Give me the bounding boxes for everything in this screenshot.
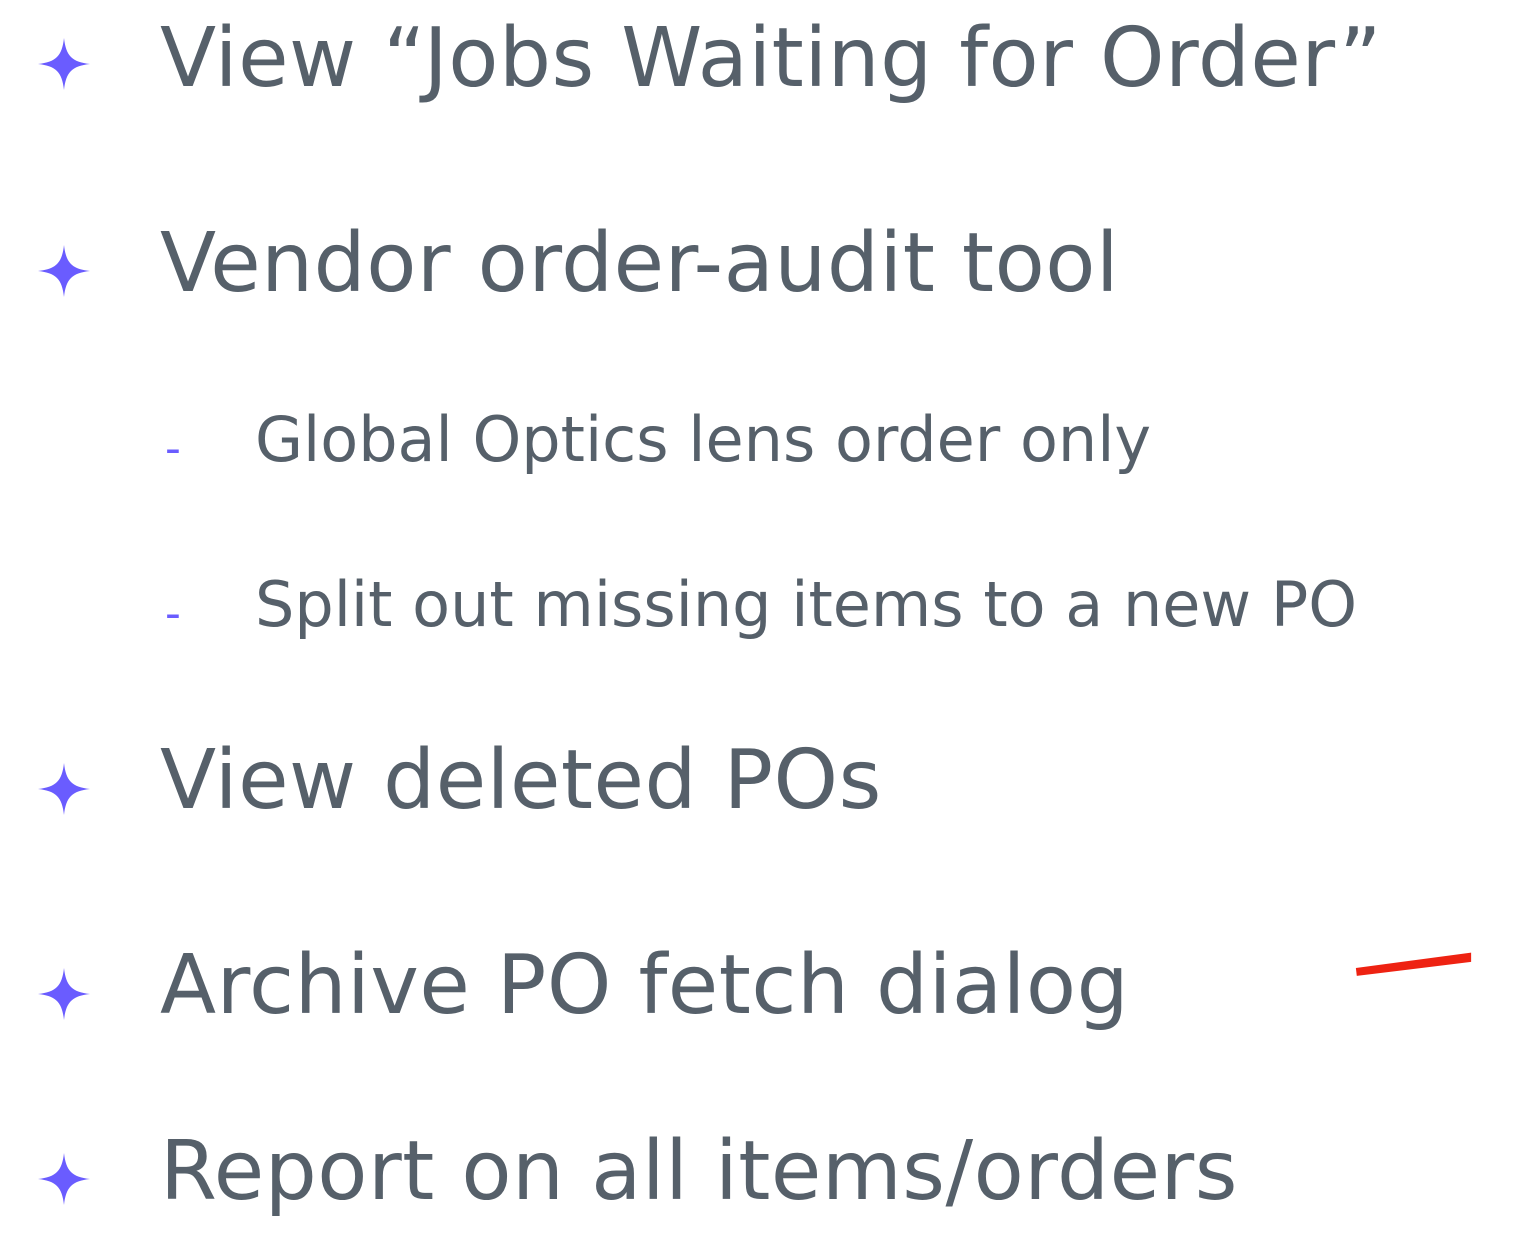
star-bullet-icon — [38, 38, 90, 90]
list-item-label: Archive PO fetch dialog — [160, 938, 1130, 1033]
dash-marker: - — [165, 588, 181, 639]
sub-list-item-label: Split out missing items to a new PO — [255, 568, 1358, 641]
star-bullet-icon — [38, 968, 90, 1020]
list-item-label: Report on all items/orders — [160, 1124, 1238, 1219]
list-item-label: View deleted POs — [160, 733, 882, 828]
dash-marker: - — [165, 423, 181, 474]
star-bullet-icon — [38, 245, 90, 297]
star-bullet-icon — [38, 763, 90, 815]
list-item-label: View “Jobs Waiting for Order” — [160, 11, 1382, 106]
sub-list-item-label: Global Optics lens order only — [255, 403, 1152, 476]
list-item-label: Vendor order-audit tool — [160, 216, 1120, 311]
red-annotation-stroke — [1355, 952, 1472, 976]
star-bullet-icon — [38, 1153, 90, 1205]
